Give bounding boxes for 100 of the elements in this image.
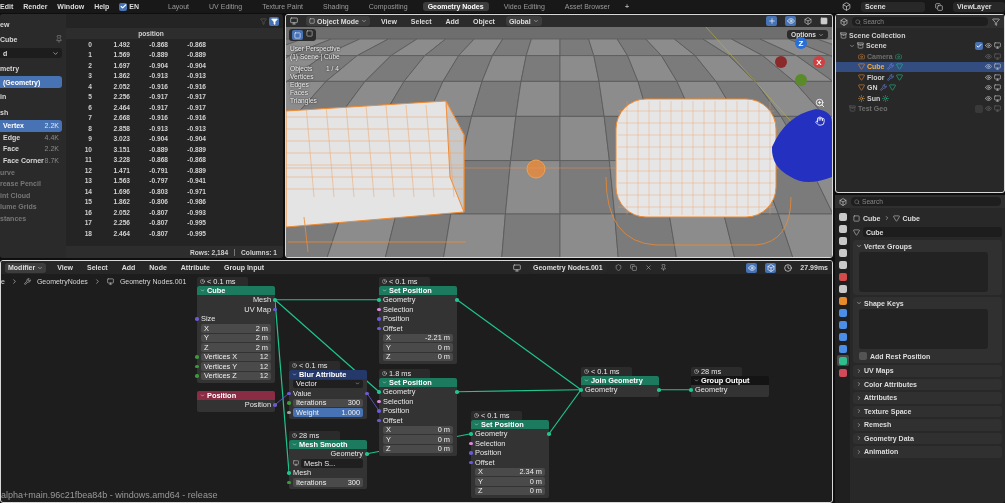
- wrench-icon: [886, 63, 894, 71]
- timer-icon: [694, 369, 699, 374]
- render-toggle-icon[interactable]: [994, 73, 1001, 81]
- socket[interactable]: [455, 298, 459, 302]
- editor-type-icon[interactable]: [290, 17, 298, 25]
- render-toggle-icon[interactable]: [994, 84, 1001, 92]
- caret-icon: [584, 378, 589, 383]
- collection-icon: [849, 105, 856, 113]
- overlay-toggle-button[interactable]: [785, 16, 796, 26]
- socket[interactable]: [287, 410, 291, 414]
- copy-icon[interactable]: [629, 264, 637, 271]
- visibility-icon[interactable]: [985, 94, 992, 102]
- hand-icon[interactable]: [814, 115, 825, 126]
- socket[interactable]: [469, 460, 473, 464]
- render-toggle-icon[interactable]: [994, 63, 1001, 71]
- shield-icon[interactable]: [614, 264, 622, 271]
- check-icon: [976, 42, 982, 49]
- socket[interactable]: [689, 388, 693, 392]
- caret-icon: [355, 381, 360, 387]
- chevron-icon: [93, 277, 101, 285]
- timer-icon: [292, 363, 297, 368]
- overlay-toggle-button[interactable]: [746, 262, 758, 273]
- socket[interactable]: [287, 391, 291, 395]
- visibility-icon[interactable]: [985, 84, 992, 92]
- socket[interactable]: [377, 390, 381, 394]
- search-icon: [854, 198, 860, 205]
- mesh-icon[interactable]: [853, 228, 860, 236]
- visibility-icon[interactable]: [985, 42, 992, 50]
- zoom-icon[interactable]: [814, 97, 825, 108]
- socket[interactable]: [469, 432, 473, 436]
- caret-icon: [361, 18, 367, 24]
- socket[interactable]: [377, 418, 381, 422]
- mesh-icon: [892, 214, 900, 222]
- wrench-icon: [886, 73, 894, 81]
- timer-icon: [382, 279, 387, 284]
- checkbox[interactable]: [119, 2, 128, 11]
- check-icon: [119, 3, 127, 10]
- visibility-icon[interactable]: [985, 73, 992, 81]
- timer-icon: [382, 371, 387, 376]
- wrench-icon: [879, 84, 887, 92]
- socket[interactable]: [365, 391, 369, 395]
- visibility-icon[interactable]: [985, 63, 992, 71]
- version-label: alpha+main.96c21fbea84b - windows.amd64 - release: [1, 490, 218, 500]
- eye-icon: [786, 17, 795, 25]
- close-icon[interactable]: [644, 264, 652, 271]
- expand-icon[interactable]: [849, 42, 855, 49]
- socket[interactable]: [273, 298, 277, 302]
- box-icon: [766, 263, 775, 272]
- display-mode-icon[interactable]: [840, 17, 848, 26]
- pin-icon[interactable]: [659, 264, 667, 271]
- socket[interactable]: [657, 388, 661, 392]
- caret-icon: [382, 288, 387, 293]
- socket[interactable]: [195, 364, 199, 368]
- socket[interactable]: [377, 399, 381, 403]
- render-toggle-icon[interactable]: [994, 94, 1001, 102]
- modifier-icon: [23, 277, 31, 285]
- socket[interactable]: [547, 432, 551, 436]
- caret-icon: [292, 372, 297, 377]
- socket[interactable]: [287, 480, 291, 484]
- socket[interactable]: [377, 326, 381, 330]
- box-select-icon[interactable]: [306, 30, 313, 37]
- socket[interactable]: [365, 452, 369, 456]
- overlay-toggle-button[interactable]: [765, 262, 777, 273]
- caret-icon: [200, 288, 205, 293]
- filter-button[interactable]: [269, 16, 279, 26]
- caret-icon: [474, 422, 479, 427]
- caret-icon: [694, 378, 699, 383]
- timer-icon: [200, 279, 205, 284]
- socket[interactable]: [377, 298, 381, 302]
- filter-icon: [270, 17, 278, 25]
- caret-icon: [292, 442, 297, 447]
- collection-icon: [857, 42, 864, 50]
- socket[interactable]: [377, 307, 381, 311]
- timer-icon: [584, 369, 589, 374]
- scene-icon[interactable]: [842, 2, 851, 11]
- checkbox[interactable]: [859, 352, 867, 360]
- editor-type-icon[interactable]: [839, 197, 847, 206]
- socket[interactable]: [273, 307, 277, 311]
- pin-icon[interactable]: [55, 35, 63, 43]
- copy-icon[interactable]: [935, 2, 943, 11]
- solid-shading-icon[interactable]: [820, 17, 828, 25]
- caret-icon: [856, 300, 862, 306]
- collection-icon: [840, 31, 847, 39]
- render-toggle-icon[interactable]: [994, 42, 1001, 50]
- socket[interactable]: [287, 471, 291, 475]
- checkbox[interactable]: [975, 41, 983, 50]
- gizmo-toggle-button[interactable]: [766, 16, 777, 26]
- caret-icon: [532, 18, 539, 24]
- object-icon: [853, 214, 860, 222]
- select-tool-button[interactable]: [292, 30, 303, 40]
- caret-icon: [382, 380, 387, 385]
- camera-icon: [858, 52, 865, 60]
- eye-icon: [747, 263, 756, 272]
- timer-icon: [292, 433, 297, 438]
- socket[interactable]: [455, 390, 459, 394]
- wireframe-shading-icon[interactable]: [804, 17, 812, 25]
- timer-icon: [784, 263, 793, 272]
- socket[interactable]: [469, 441, 473, 445]
- chevron-icon: [10, 277, 18, 285]
- caret-icon: [37, 264, 44, 271]
